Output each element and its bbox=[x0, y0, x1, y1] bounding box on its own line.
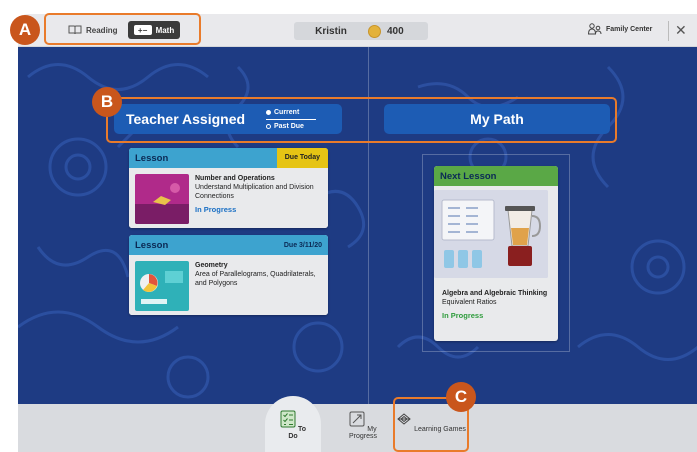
divider bbox=[668, 21, 669, 41]
lesson-subtitle: Area of Parallelograms, Quadrilaterals, … bbox=[195, 271, 316, 287]
student-name: Kristin bbox=[315, 25, 347, 37]
annotation-badge-b: B bbox=[92, 87, 122, 117]
nav-my-progress[interactable]: My Progress bbox=[338, 410, 388, 440]
lesson-card-header: Lesson Due 3/11/20 bbox=[129, 235, 328, 255]
next-lesson-thumbnail bbox=[434, 190, 548, 278]
nav-to-do-label: To Do bbox=[288, 426, 306, 440]
due-badge: Due Today bbox=[276, 148, 328, 168]
lesson-card-body: Geometry Area of Parallelograms, Quadril… bbox=[129, 255, 328, 315]
next-lesson-status: In Progress bbox=[442, 311, 484, 320]
due-date: Due 3/11/20 bbox=[283, 241, 322, 249]
next-lesson-card[interactable]: Next Lesson Algebra and Algebraic Thinki… bbox=[434, 166, 558, 341]
lesson-card-header: Lesson Due Today bbox=[129, 148, 328, 168]
lesson-card[interactable]: Lesson Due 3/11/20 Geometry Area of Para… bbox=[129, 235, 328, 315]
family-center-link[interactable]: Family Center bbox=[588, 23, 652, 35]
lesson-card-body: Number and Operations Understand Multipl… bbox=[129, 168, 328, 228]
lesson-type: Lesson bbox=[135, 152, 169, 164]
lesson-type: Lesson bbox=[135, 239, 169, 251]
close-button[interactable]: ✕ bbox=[675, 20, 687, 40]
lesson-subtitle: Understand Multiplication and Division C… bbox=[195, 184, 314, 200]
lesson-status: In Progress bbox=[195, 205, 237, 214]
annotation-badge-a: A bbox=[10, 15, 40, 45]
lesson-title: Number and Operations bbox=[195, 175, 275, 182]
checklist-icon bbox=[280, 410, 296, 428]
coin-icon bbox=[368, 24, 381, 38]
lesson-title: Geometry bbox=[195, 262, 228, 269]
lesson-card[interactable]: Lesson Due Today Number and Operations U… bbox=[129, 148, 328, 228]
next-lesson-subtitle: Equivalent Ratios bbox=[442, 299, 497, 306]
nav-my-progress-label: My Progress bbox=[348, 426, 377, 440]
annotation-badge-c: C bbox=[446, 382, 476, 412]
family-center-label: Family Center bbox=[606, 25, 653, 33]
annotation-box-a bbox=[44, 13, 201, 45]
app-window: Reading +− Math Kristin 400 Family Cente… bbox=[18, 14, 697, 452]
bottom-nav: To Do My Progress Learning Games bbox=[18, 396, 697, 452]
annotation-box-b bbox=[106, 97, 617, 143]
nav-to-do[interactable]: To Do bbox=[276, 410, 310, 440]
progress-icon bbox=[349, 411, 365, 427]
student-info: Kristin 400 bbox=[294, 22, 428, 40]
family-icon bbox=[588, 23, 602, 35]
lesson-thumbnail bbox=[135, 174, 189, 224]
coin-count: 400 bbox=[387, 25, 404, 37]
lesson-thumbnail bbox=[135, 261, 189, 311]
next-lesson-header: Next Lesson bbox=[434, 166, 558, 186]
next-lesson-title: Algebra and Algebraic Thinking bbox=[442, 290, 548, 297]
